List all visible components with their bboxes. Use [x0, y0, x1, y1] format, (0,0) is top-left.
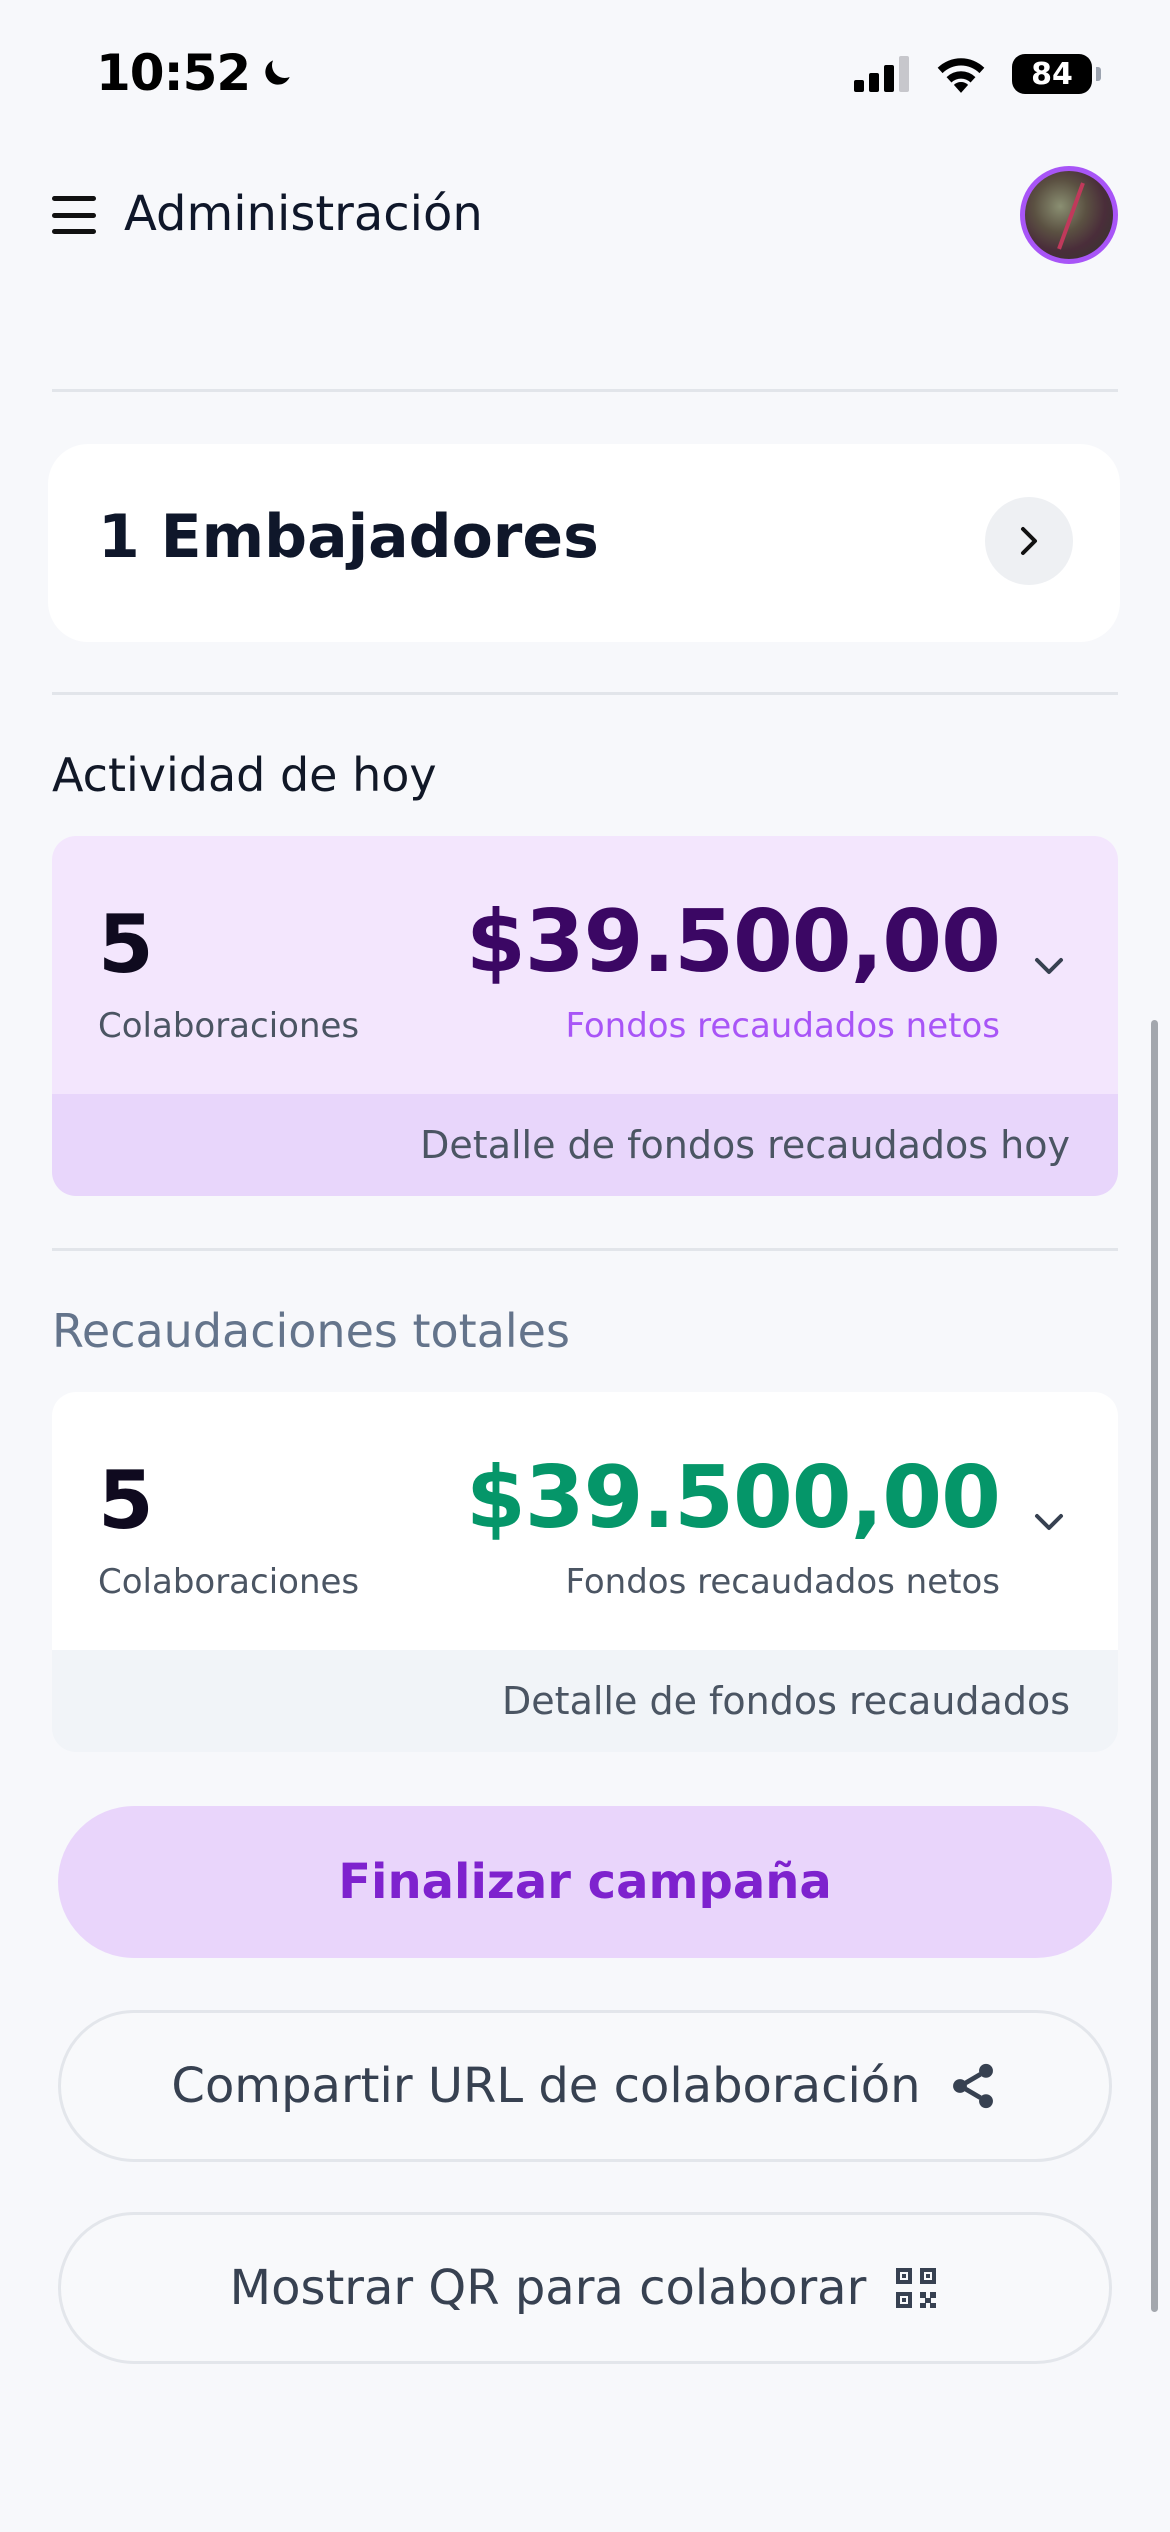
- totals-detail-label: Detalle de fondos recaudados: [502, 1679, 1070, 1723]
- status-icons: 84: [854, 54, 1101, 94]
- totals-detail-link[interactable]: Detalle de fondos recaudados: [52, 1650, 1118, 1752]
- cellular-signal-icon: [854, 56, 909, 92]
- moon-icon: [265, 60, 290, 85]
- share-icon: [952, 2063, 993, 2109]
- today-net-funds-label: Fondos recaudados netos: [565, 1006, 1000, 1046]
- today-detail-link[interactable]: Detalle de fondos recaudados hoy: [52, 1094, 1118, 1196]
- today-stats-card: 5 Colaboraciones $39.500,00 Fondos recau…: [52, 836, 1118, 1196]
- today-collaborations-label: Colaboraciones: [98, 1006, 360, 1046]
- today-collaborations-count: 5: [98, 898, 154, 991]
- battery-level: 84: [1031, 56, 1073, 92]
- chevron-down-icon[interactable]: [1032, 1510, 1066, 1534]
- scrollbar[interactable]: [1151, 1020, 1158, 2312]
- divider: [52, 389, 1118, 392]
- totals-net-funds-amount: $39.500,00: [465, 1448, 1001, 1548]
- today-net-funds-amount: $39.500,00: [465, 892, 1001, 992]
- totals-stats-card: 5 Colaboraciones $39.500,00 Fondos recau…: [52, 1392, 1118, 1752]
- menu-icon[interactable]: [52, 196, 96, 234]
- finish-campaign-button[interactable]: Finalizar campaña: [58, 1806, 1112, 1958]
- show-qr-button[interactable]: Mostrar QR para colaborar: [58, 2212, 1112, 2364]
- battery-indicator: 84: [1012, 54, 1101, 94]
- chevron-down-icon[interactable]: [1032, 954, 1066, 978]
- page-title: Administración: [124, 186, 483, 242]
- today-detail-label: Detalle de fondos recaudados hoy: [420, 1123, 1070, 1167]
- share-url-label: Compartir URL de colaboración: [171, 2058, 921, 2114]
- today-summary[interactable]: 5 Colaboraciones $39.500,00 Fondos recau…: [52, 836, 1118, 1094]
- totals-collaborations-count: 5: [98, 1454, 154, 1547]
- share-url-button[interactable]: Compartir URL de colaboración: [58, 2010, 1112, 2162]
- qr-code-icon: [896, 2268, 937, 2308]
- today-section-title: Actividad de hoy: [52, 748, 437, 802]
- ambassadors-label: 1 Embajadores: [98, 502, 599, 572]
- totals-summary[interactable]: 5 Colaboraciones $39.500,00 Fondos recau…: [52, 1392, 1118, 1650]
- show-qr-label: Mostrar QR para colaborar: [229, 2260, 867, 2316]
- avatar[interactable]: [1020, 166, 1118, 264]
- finish-campaign-label: Finalizar campaña: [338, 1854, 832, 1910]
- status-time: 10:52: [96, 44, 296, 102]
- divider: [52, 692, 1118, 695]
- ambassadors-arrow-button[interactable]: [985, 497, 1073, 585]
- divider: [52, 1248, 1118, 1251]
- totals-net-funds-label: Fondos recaudados netos: [565, 1562, 1000, 1602]
- wifi-icon: [937, 58, 985, 93]
- status-time-text: 10:52: [96, 44, 251, 102]
- totals-collaborations-label: Colaboraciones: [98, 1562, 360, 1602]
- totals-section-title: Recaudaciones totales: [52, 1304, 570, 1358]
- chevron-right-icon: [1021, 527, 1037, 555]
